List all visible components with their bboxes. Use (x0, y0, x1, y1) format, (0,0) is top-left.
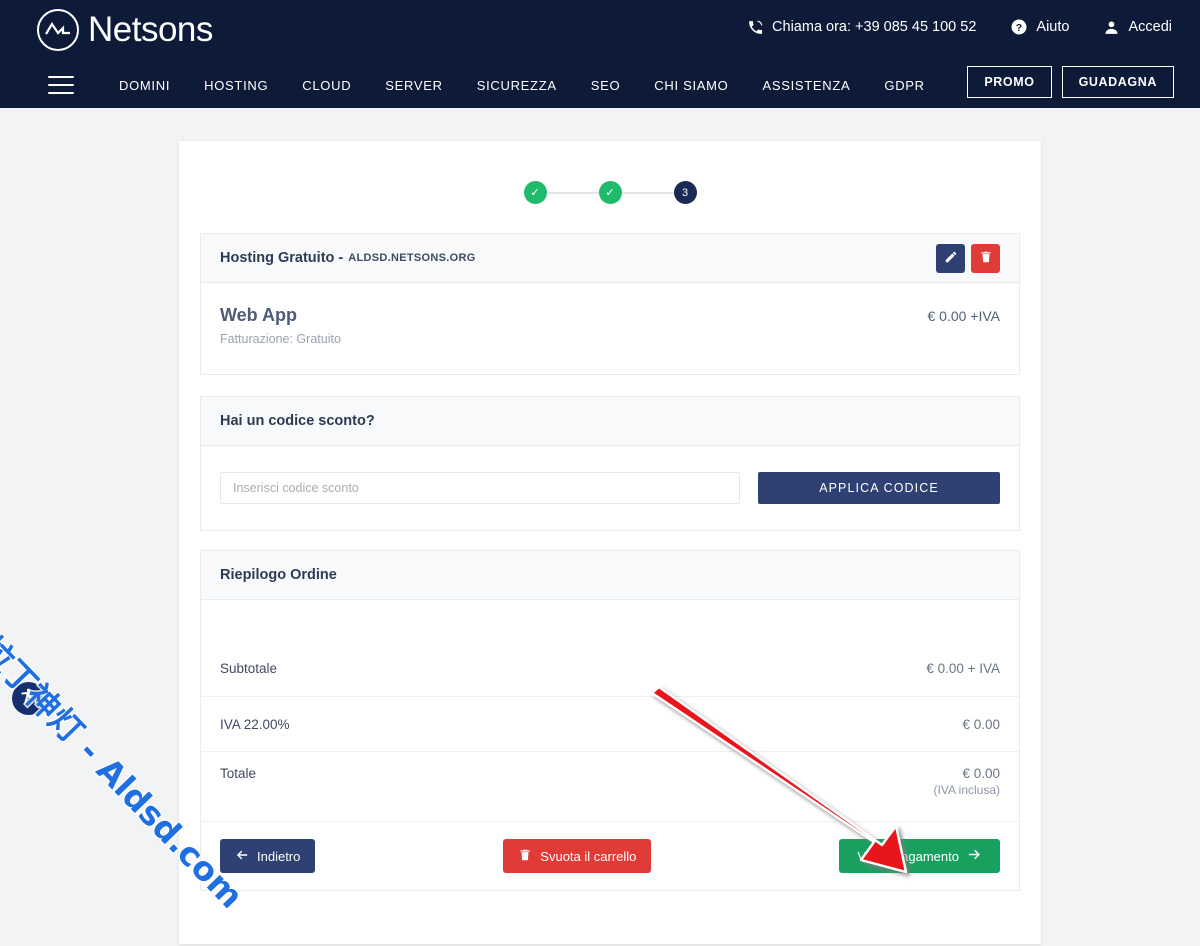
checkout-card: ✓ ✓ 3 Hosting Gratuito - ALDSD.NETSONS.O… (179, 141, 1041, 944)
nav-item-sicurezza[interactable]: SICUREZZA (460, 78, 574, 93)
trash-icon (518, 848, 532, 865)
subtotal-label: Subtotale (220, 661, 278, 676)
user-icon (1103, 19, 1120, 36)
svg-text:?: ? (1016, 22, 1022, 34)
guadagna-button[interactable]: GUADAGNA (1061, 66, 1174, 98)
total-value: € 0.00 (962, 766, 1000, 781)
login-label: Accedi (1128, 19, 1172, 35)
step-1-complete[interactable]: ✓ (523, 181, 547, 204)
netsons-logo-icon (36, 8, 80, 52)
nav-item-chi-siamo[interactable]: CHI SIAMO (637, 78, 745, 93)
checkout-step-indicator: ✓ ✓ 3 (179, 181, 1041, 204)
nav-item-seo[interactable]: SEO (574, 78, 638, 93)
help-link[interactable]: ? Aiuto (1010, 18, 1069, 36)
page-root: Netsons Chiama ora: +39 085 45 100 52 ? (0, 0, 1200, 946)
question-circle-icon: ? (1010, 18, 1028, 36)
phone-icon (747, 19, 764, 36)
discount-code-input[interactable] (220, 472, 740, 504)
subtotal-value: € 0.00 + IVA (926, 661, 1000, 676)
login-link[interactable]: Accedi (1103, 19, 1172, 36)
vat-value: € 0.00 (962, 716, 1000, 732)
vat-label: IVA 22.00% (220, 716, 290, 732)
edit-product-button[interactable] (936, 243, 965, 273)
product-name: Web App (220, 305, 297, 325)
nav-item-server[interactable]: SERVER (368, 78, 459, 93)
order-summary-panel: Riepilogo Ordine Subtotale € 0.00 + IVA … (200, 550, 1020, 891)
site-header: Netsons Chiama ora: +39 085 45 100 52 ? (0, 0, 1200, 108)
checkout-actions: Indietro Svuota il carrello Vai al Pagam… (201, 821, 1019, 890)
product-panel-actions (936, 243, 1000, 273)
summary-spacer (201, 600, 1019, 641)
header-utility-links: Chiama ora: +39 085 45 100 52 ? Aiuto Ac… (747, 18, 1172, 36)
go-to-payment-label: Vai al Pagamento (857, 848, 959, 864)
accessibility-widget-button[interactable] (12, 682, 45, 715)
logo[interactable]: Netsons (36, 8, 213, 52)
total-value-group: € 0.00 (IVA inclusa) (934, 766, 1000, 797)
header-cta-buttons: PROMO GUADAGNA (967, 66, 1174, 98)
product-panel: Hosting Gratuito - ALDSD.NETSONS.ORG Web… (200, 233, 1020, 375)
back-button-label: Indietro (257, 848, 301, 864)
arrow-right-icon (967, 847, 982, 865)
total-note: (IVA inclusa) (933, 783, 1000, 797)
step-connector-1 (546, 191, 599, 194)
summary-panel-title: Riepilogo Ordine (220, 567, 337, 583)
step-3-current[interactable]: 3 (673, 181, 697, 204)
help-label: Aiuto (1036, 19, 1070, 35)
empty-cart-button[interactable]: Svuota il carrello (503, 839, 652, 873)
step-connector-2 (621, 191, 674, 194)
nav-item-domini[interactable]: DOMINI (102, 78, 187, 93)
discount-panel-title: Hai un codice sconto? (220, 413, 375, 429)
discount-form: APPLICA CODICE (201, 446, 1019, 530)
accessibility-person-icon (19, 687, 38, 711)
product-domain-name: ALDSD.NETSONS.ORG (348, 252, 476, 264)
back-button[interactable]: Indietro (220, 839, 316, 873)
product-panel-title: Hosting Gratuito - (220, 250, 344, 266)
summary-row-total: Totale € 0.00 (IVA inclusa) (201, 751, 1019, 821)
promo-button[interactable]: PROMO (967, 66, 1052, 98)
product-price: € 0.00 +IVA (927, 308, 1000, 324)
nav-item-assistenza[interactable]: ASSISTENZA (745, 78, 867, 93)
nav-item-cloud[interactable]: CLOUD (285, 78, 368, 93)
pencil-icon (944, 250, 958, 267)
step-2-complete[interactable]: ✓ (598, 181, 622, 204)
empty-cart-label: Svuota il carrello (540, 848, 637, 864)
summary-panel-header: Riepilogo Ordine (201, 551, 1019, 600)
hamburger-menu-icon[interactable] (48, 76, 74, 94)
arrow-left-icon (235, 848, 249, 865)
product-billing: Fatturazione: Gratuito (220, 332, 341, 346)
discount-panel: Hai un codice sconto? APPLICA CODICE (200, 396, 1020, 531)
total-label: Totale (220, 766, 257, 781)
brand-name: Netsons (88, 10, 213, 49)
nav-item-hosting[interactable]: HOSTING (187, 78, 285, 93)
phone-label: Chiama ora: +39 085 45 100 52 (772, 19, 977, 35)
delete-product-button[interactable] (971, 243, 1000, 273)
trash-icon (979, 250, 993, 267)
summary-row-subtotal: Subtotale € 0.00 + IVA (201, 641, 1019, 696)
nav-links: DOMINI HOSTING CLOUD SERVER SICUREZZA SE… (102, 78, 942, 93)
go-to-payment-button[interactable]: Vai al Pagamento (839, 839, 1000, 873)
product-info: Web App Fatturazione: Gratuito (220, 305, 341, 346)
product-panel-header: Hosting Gratuito - ALDSD.NETSONS.ORG (201, 234, 1019, 283)
summary-row-vat: IVA 22.00% € 0.00 (201, 696, 1019, 751)
apply-discount-button[interactable]: APPLICA CODICE (758, 472, 1000, 504)
product-details: Web App Fatturazione: Gratuito € 0.00 +I… (201, 283, 1019, 374)
discount-panel-header: Hai un codice sconto? (201, 397, 1019, 446)
nav-item-gdpr[interactable]: GDPR (867, 78, 941, 93)
phone-link[interactable]: Chiama ora: +39 085 45 100 52 (747, 19, 976, 36)
